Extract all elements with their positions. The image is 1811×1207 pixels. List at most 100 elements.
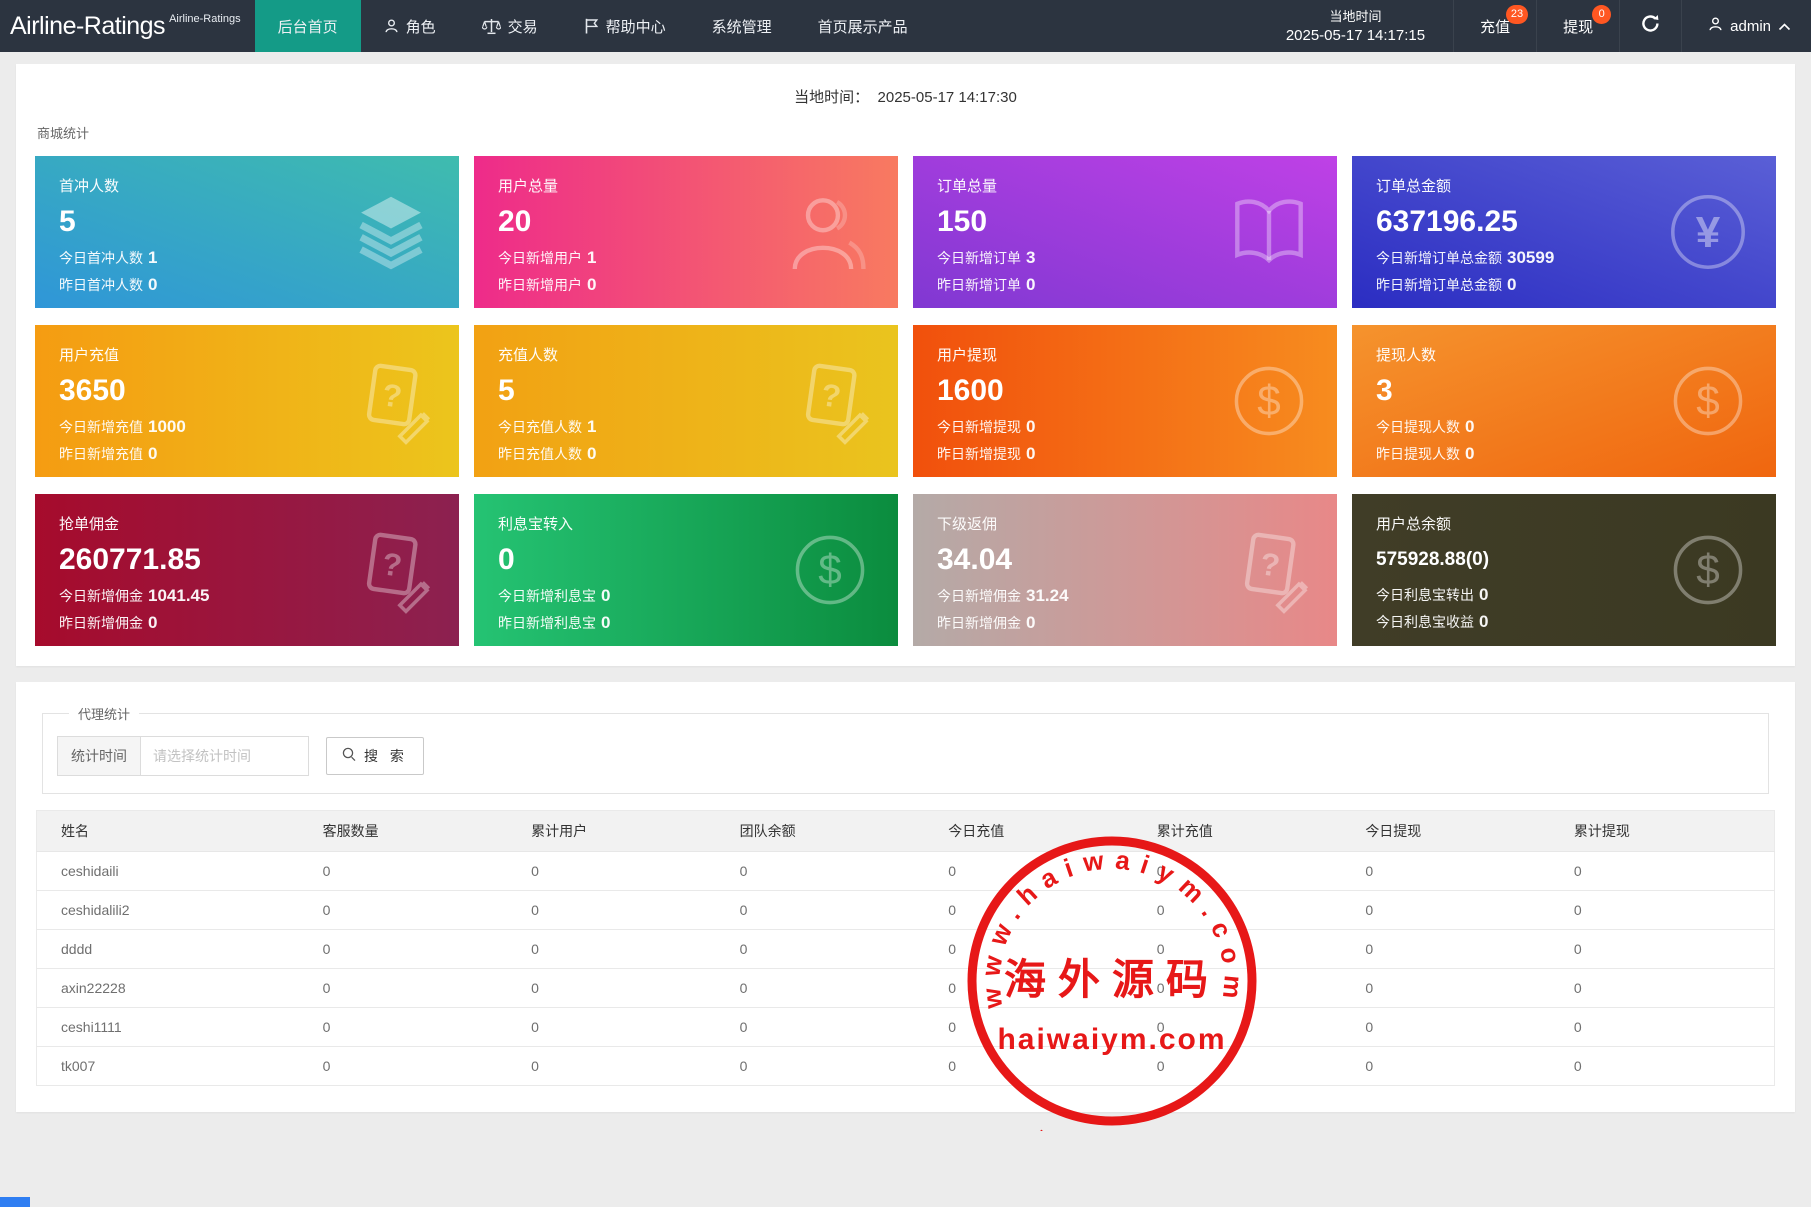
stat-card: 订单总金额 637196.25 今日新增订单总金额30599 昨日新增订单总金额… (1352, 156, 1776, 308)
card-yesterday-value: 0 (1507, 275, 1516, 294)
table-cell: 0 (732, 1047, 941, 1086)
menu-item-help-center[interactable]: 帮助中心 (561, 0, 689, 52)
local-time-block: 当地时间 2025-05-17 14:17:15 (1258, 0, 1453, 52)
card-today-label: 今日新增订单 (937, 250, 1021, 266)
menu-item-system[interactable]: 系统管理 (689, 0, 795, 52)
card-yesterday-line: 今日利息宝收益0 (1376, 612, 1752, 632)
table-cell: 0 (732, 1008, 941, 1047)
table-cell: 0 (940, 852, 1149, 891)
table-cell: axin22228 (37, 969, 315, 1008)
card-today-label: 今日首冲人数 (59, 250, 143, 266)
table-cell: 0 (1357, 1008, 1566, 1047)
table-cell: 0 (315, 852, 524, 891)
withdraw-button[interactable]: 提现 0 (1536, 0, 1619, 52)
menu-item-label: 交易 (508, 16, 538, 37)
table-header-cell: 姓名 (37, 811, 315, 852)
menu-item-label: 首页展示产品 (818, 16, 908, 37)
stat-cards-grid: 首冲人数 5 今日首冲人数1 昨日首冲人数0 用户总量 20 今日新增用户1 昨… (35, 156, 1776, 646)
user-icon (1708, 16, 1723, 36)
svg-text:$: $ (818, 546, 842, 593)
table-cell: 0 (940, 930, 1149, 969)
yen-icon: ¥ (1664, 188, 1752, 276)
withdraw-label: 提现 (1563, 16, 1593, 37)
card-yesterday-line: 昨日新增充值0 (59, 444, 435, 464)
card-today-label: 今日新增提现 (937, 419, 1021, 435)
stamp-arc-bottom-text: haiwaiym.com (1031, 1127, 1194, 1131)
refresh-button[interactable] (1619, 0, 1681, 52)
card-yesterday-label: 今日利息宝收益 (1376, 614, 1474, 630)
table-cell: 0 (523, 1008, 732, 1047)
stat-card: 用户总余额 575928.88(0) 今日利息宝转出0 今日利息宝收益0 $ (1352, 494, 1776, 646)
doc-icon: ? (1225, 526, 1313, 614)
table-cell: tk007 (37, 1047, 315, 1086)
dollar-icon: $ (786, 526, 874, 614)
card-today-value: 1 (587, 417, 596, 436)
table-cell: dddd (37, 930, 315, 969)
menu-item-showcase[interactable]: 首页展示产品 (795, 0, 931, 52)
table-cell: 0 (523, 969, 732, 1008)
user-icon (786, 188, 874, 276)
menu-item-trade[interactable]: 交易 (459, 0, 561, 52)
table-cell: 0 (523, 930, 732, 969)
table-cell: 0 (1566, 891, 1775, 930)
svg-text:?: ? (380, 545, 404, 583)
card-yesterday-label: 昨日充值人数 (498, 446, 582, 462)
table-cell: ceshidaili (37, 852, 315, 891)
chevron-up-icon (1778, 18, 1791, 35)
card-today-label: 今日提现人数 (1376, 419, 1460, 435)
card-today-label: 今日新增用户 (498, 250, 582, 266)
table-cell: 0 (940, 1047, 1149, 1086)
card-today-value: 0 (1479, 585, 1488, 604)
table-cell: 0 (940, 969, 1149, 1008)
card-yesterday-value: 0 (1465, 444, 1474, 463)
table-header-cell: 今日提现 (1357, 811, 1566, 852)
page-local-time: 当地时间： 2025-05-17 14:17:30 (35, 78, 1776, 111)
recharge-button[interactable]: 充值 23 (1453, 0, 1536, 52)
table-cell: 0 (1149, 1008, 1358, 1047)
card-yesterday-value: 0 (1026, 275, 1035, 294)
table-cell: 0 (523, 891, 732, 930)
page-local-time-label: 当地时间： (794, 89, 869, 106)
card-today-value: 1 (148, 248, 157, 267)
card-yesterday-line: 昨日新增订单0 (937, 275, 1313, 295)
dollar-icon: $ (1225, 357, 1313, 445)
card-today-label: 今日新增佣金 (59, 588, 143, 604)
table-cell: 0 (1149, 1047, 1358, 1086)
card-yesterday-line: 昨日新增佣金0 (59, 613, 435, 633)
table-cell: 0 (1357, 891, 1566, 930)
svg-text:?: ? (819, 376, 843, 414)
doc-icon: ? (347, 526, 435, 614)
layers-icon (347, 188, 435, 276)
navbar-right: 当地时间 2025-05-17 14:17:15 充值 23 提现 0 admi… (1258, 0, 1811, 52)
card-yesterday-label: 昨日新增利息宝 (498, 615, 596, 631)
refresh-icon (1640, 13, 1661, 39)
svg-text:?: ? (1258, 545, 1282, 583)
stat-time-input[interactable] (141, 736, 309, 776)
agent-stats-panel: 代理统计 统计时间 搜 索 姓名客服数量累计用户团队余额今日充值累计充值今日提现… (16, 682, 1795, 1112)
menu-item-home[interactable]: 后台首页 (255, 0, 361, 52)
local-time-label: 当地时间 (1286, 7, 1425, 26)
search-button[interactable]: 搜 索 (326, 737, 424, 775)
card-today-value: 0 (1465, 417, 1474, 436)
card-yesterday-label: 昨日新增提现 (937, 446, 1021, 462)
card-today-label: 今日新增订单总金额 (1376, 250, 1502, 266)
table-cell: 0 (315, 1047, 524, 1086)
table-cell: ceshidalili2 (37, 891, 315, 930)
menu-item-roles[interactable]: 角色 (361, 0, 459, 52)
stat-card: 利息宝转入 0 今日新增利息宝0 昨日新增利息宝0 $ (474, 494, 898, 646)
stat-card: 订单总量 150 今日新增订单3 昨日新增订单0 (913, 156, 1337, 308)
stat-time-input-group: 统计时间 (57, 736, 309, 776)
table-row: axin222280000000 (37, 969, 1775, 1008)
user-menu[interactable]: admin (1681, 0, 1811, 52)
card-yesterday-label: 昨日新增订单总金额 (1376, 277, 1502, 293)
card-yesterday-line: 昨日充值人数0 (498, 444, 874, 464)
card-today-label: 今日新增充值 (59, 419, 143, 435)
table-header-cell: 累计用户 (523, 811, 732, 852)
dollar-icon: $ (1664, 526, 1752, 614)
table-row: ceshidaili0000000 (37, 852, 1775, 891)
page-local-time-value: 2025-05-17 14:17:30 (878, 89, 1017, 106)
card-yesterday-label: 昨日提现人数 (1376, 446, 1460, 462)
card-yesterday-value: 0 (587, 275, 596, 294)
stat-time-label: 统计时间 (57, 736, 141, 776)
recharge-badge: 23 (1506, 5, 1528, 24)
